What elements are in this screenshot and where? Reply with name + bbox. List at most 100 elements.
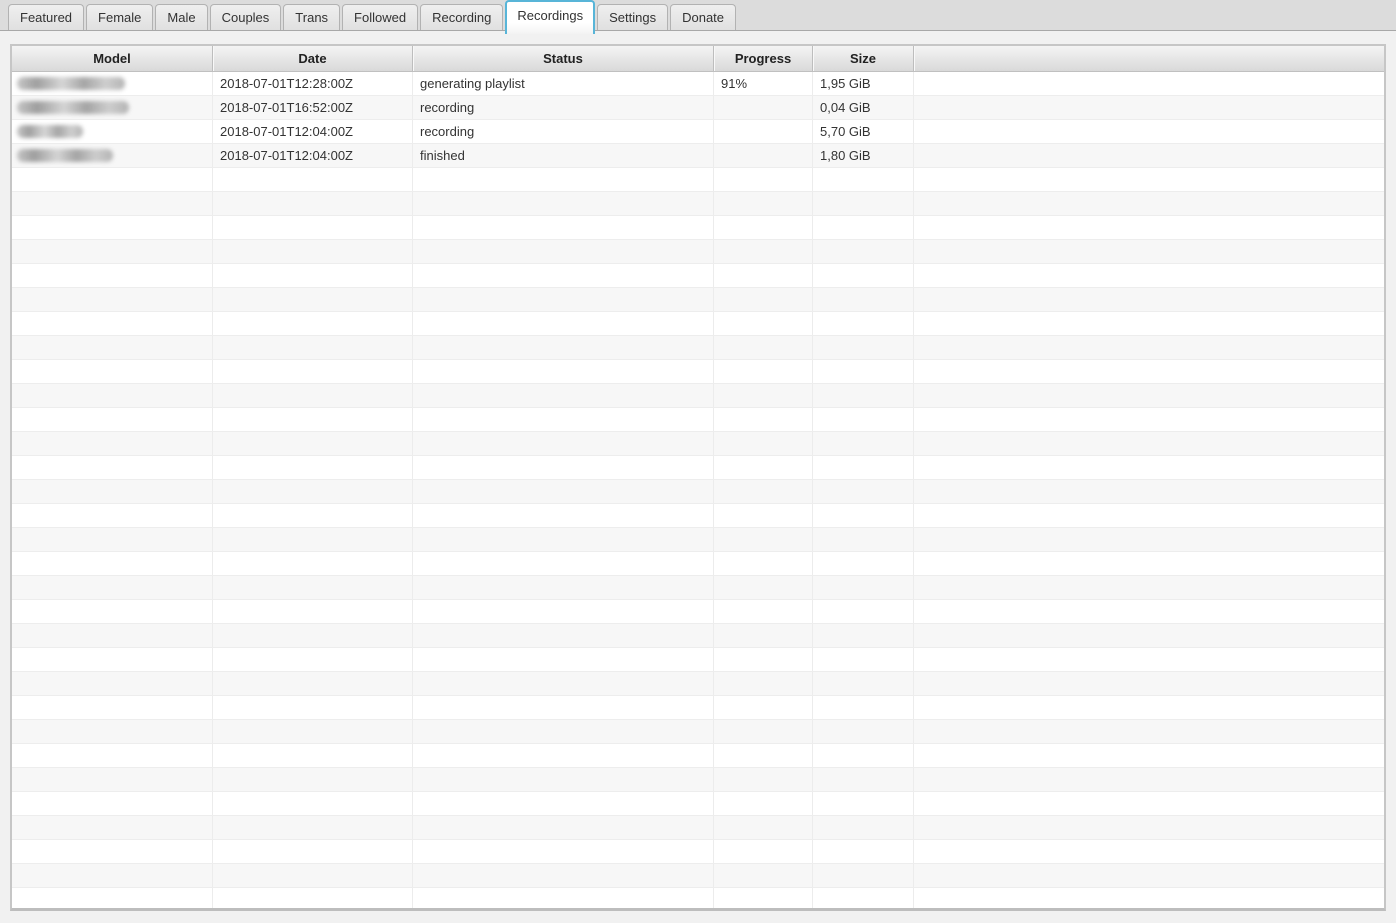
cell-status bbox=[413, 888, 714, 911]
cell-size bbox=[813, 240, 914, 263]
table-row-empty bbox=[12, 264, 1384, 288]
cell-size bbox=[813, 168, 914, 191]
tab-settings[interactable]: Settings bbox=[597, 4, 668, 30]
cell-status bbox=[413, 432, 714, 455]
cell-status bbox=[413, 480, 714, 503]
table-row[interactable]: 2018-07-01T12:04:00Zrecording5,70 GiB bbox=[12, 120, 1384, 144]
cell-size: 1,95 GiB bbox=[813, 72, 914, 95]
redacted-model-name bbox=[17, 101, 129, 114]
cell-size bbox=[813, 456, 914, 479]
cell-status bbox=[413, 264, 714, 287]
tab-couples[interactable]: Couples bbox=[210, 4, 282, 30]
cell-status bbox=[413, 384, 714, 407]
column-header-size[interactable]: Size bbox=[813, 46, 914, 71]
cell-filler bbox=[914, 120, 1384, 143]
cell-date bbox=[213, 336, 413, 359]
tab-followed[interactable]: Followed bbox=[342, 4, 418, 30]
tab-bar: FeaturedFemaleMaleCouplesTransFollowedRe… bbox=[0, 0, 1396, 31]
cell-status bbox=[413, 216, 714, 239]
cell-filler bbox=[914, 672, 1384, 695]
cell-status: recording bbox=[413, 96, 714, 119]
table-row[interactable]: 2018-07-01T12:04:00Zfinished1,80 GiB bbox=[12, 144, 1384, 168]
cell-model bbox=[12, 240, 213, 263]
cell-date bbox=[213, 408, 413, 431]
cell-progress bbox=[714, 576, 813, 599]
redacted-model-name bbox=[17, 125, 83, 138]
cell-date: 2018-07-01T12:04:00Z bbox=[213, 144, 413, 167]
tab-recordings[interactable]: Recordings bbox=[505, 0, 595, 34]
cell-progress bbox=[714, 240, 813, 263]
cell-progress bbox=[714, 336, 813, 359]
cell-status bbox=[413, 528, 714, 551]
table-row-empty bbox=[12, 528, 1384, 552]
cell-size bbox=[813, 408, 914, 431]
cell-model bbox=[12, 432, 213, 455]
cell-date bbox=[213, 456, 413, 479]
column-header-date[interactable]: Date bbox=[213, 46, 413, 71]
cell-model bbox=[12, 720, 213, 743]
cell-filler bbox=[914, 888, 1384, 911]
cell-status bbox=[413, 192, 714, 215]
cell-size bbox=[813, 624, 914, 647]
cell-model bbox=[12, 120, 213, 143]
cell-filler bbox=[914, 864, 1384, 887]
cell-size bbox=[813, 480, 914, 503]
cell-progress bbox=[714, 480, 813, 503]
tab-donate[interactable]: Donate bbox=[670, 4, 736, 30]
cell-date bbox=[213, 576, 413, 599]
tab-trans[interactable]: Trans bbox=[283, 4, 340, 30]
cell-date bbox=[213, 192, 413, 215]
column-header-status[interactable]: Status bbox=[413, 46, 714, 71]
table-row[interactable]: 2018-07-01T16:52:00Zrecording0,04 GiB bbox=[12, 96, 1384, 120]
cell-date bbox=[213, 312, 413, 335]
cell-size bbox=[813, 792, 914, 815]
cell-progress bbox=[714, 816, 813, 839]
cell-progress bbox=[714, 312, 813, 335]
cell-date bbox=[213, 360, 413, 383]
table-row-empty bbox=[12, 600, 1384, 624]
cell-status bbox=[413, 360, 714, 383]
tab-featured[interactable]: Featured bbox=[8, 4, 84, 30]
cell-size bbox=[813, 384, 914, 407]
cell-filler bbox=[914, 600, 1384, 623]
cell-filler bbox=[914, 288, 1384, 311]
cell-date bbox=[213, 216, 413, 239]
column-header-filler bbox=[914, 46, 1384, 71]
table-row-empty bbox=[12, 744, 1384, 768]
cell-size bbox=[813, 840, 914, 863]
cell-filler bbox=[914, 648, 1384, 671]
cell-model bbox=[12, 456, 213, 479]
cell-date bbox=[213, 264, 413, 287]
tab-male[interactable]: Male bbox=[155, 4, 207, 30]
cell-progress bbox=[714, 168, 813, 191]
cell-model bbox=[12, 312, 213, 335]
tab-recording[interactable]: Recording bbox=[420, 4, 503, 30]
cell-size: 5,70 GiB bbox=[813, 120, 914, 143]
column-header-model[interactable]: Model bbox=[12, 46, 213, 71]
cell-status bbox=[413, 816, 714, 839]
cell-model bbox=[12, 792, 213, 815]
cell-model bbox=[12, 864, 213, 887]
cell-date: 2018-07-01T12:04:00Z bbox=[213, 120, 413, 143]
cell-filler bbox=[914, 144, 1384, 167]
cell-size: 1,80 GiB bbox=[813, 144, 914, 167]
cell-date bbox=[213, 240, 413, 263]
cell-status bbox=[413, 720, 714, 743]
cell-filler bbox=[914, 72, 1384, 95]
table-row-empty bbox=[12, 888, 1384, 911]
cell-model bbox=[12, 744, 213, 767]
cell-filler bbox=[914, 528, 1384, 551]
table-row[interactable]: 2018-07-01T12:28:00Zgenerating playlist9… bbox=[12, 72, 1384, 96]
table-row-empty bbox=[12, 816, 1384, 840]
cell-size bbox=[813, 576, 914, 599]
tab-female[interactable]: Female bbox=[86, 4, 153, 30]
cell-date bbox=[213, 744, 413, 767]
cell-size bbox=[813, 768, 914, 791]
column-header-progress[interactable]: Progress bbox=[714, 46, 813, 71]
redacted-model-name bbox=[17, 77, 125, 90]
cell-status bbox=[413, 840, 714, 863]
cell-size bbox=[813, 288, 914, 311]
cell-model bbox=[12, 552, 213, 575]
cell-date bbox=[213, 720, 413, 743]
cell-size bbox=[813, 552, 914, 575]
